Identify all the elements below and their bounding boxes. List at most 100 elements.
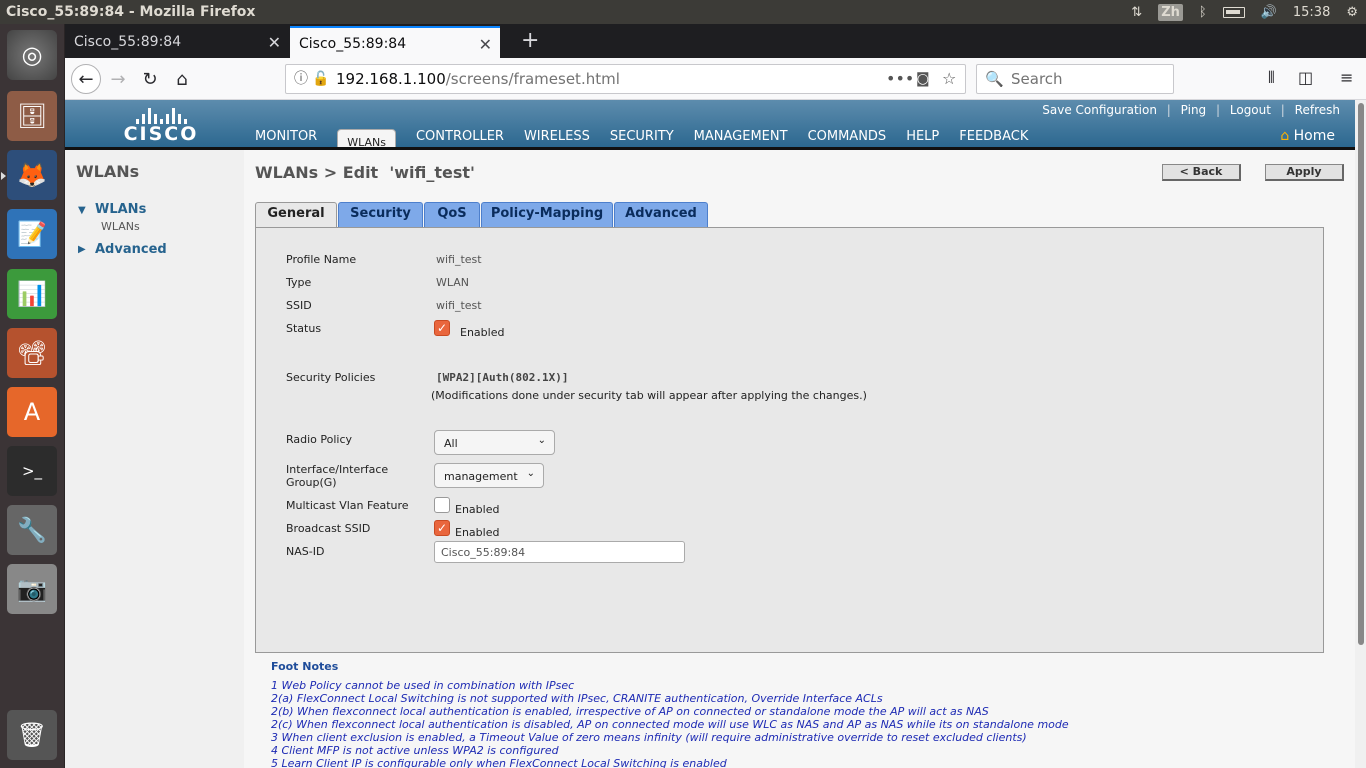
page-title: WLANs > Edit 'wifi_test'	[255, 163, 475, 182]
footnote: 3 When client exclusion is enabled, a Ti…	[271, 731, 1027, 744]
tab-general[interactable]: General	[255, 202, 337, 228]
active-app-indicator-icon	[1, 172, 6, 180]
sidebar-group-wlans[interactable]: WLANs	[95, 202, 146, 217]
libreoffice-impress-icon[interactable]: 📽	[7, 328, 57, 378]
radio-policy-select[interactable]: All ⌄	[434, 430, 555, 455]
footnote: 2(b) When flexconnect local authenticati…	[271, 705, 989, 718]
close-tab-icon[interactable]: ✕	[479, 35, 492, 54]
sidebar-group-advanced[interactable]: Advanced	[95, 242, 167, 257]
pocket-icon[interactable]: ◙	[916, 65, 930, 93]
multicast-enabled-text: Enabled	[455, 503, 500, 516]
sidebar-item-wlans[interactable]: WLANs	[101, 220, 140, 233]
close-tab-icon[interactable]: ✕	[268, 33, 281, 52]
security-policies-value: [WPA2][Auth(802.1X)]	[436, 371, 569, 384]
clock[interactable]: 15:38	[1293, 5, 1330, 20]
home-link[interactable]: ⌂ Home	[1280, 128, 1335, 144]
software-center-icon[interactable]: A	[7, 387, 57, 437]
power-gear-icon[interactable]: ⚙	[1346, 5, 1358, 20]
search-input[interactable]: 🔍 Search	[976, 64, 1174, 94]
footnote: 5 Learn Client IP is configurable only w…	[271, 757, 727, 768]
volume-icon[interactable]: 🔊	[1261, 5, 1277, 20]
url-path: /screens/frameset.html	[445, 70, 620, 88]
sidebar-toggle-icon[interactable]: ◫	[1298, 68, 1313, 87]
forward-arrow-icon[interactable]: →	[103, 64, 133, 94]
cisco-header: CISCO Save Configuration | Ping | Logout…	[65, 100, 1355, 160]
save-configuration-link[interactable]: Save Configuration	[1042, 103, 1157, 117]
libreoffice-writer-icon[interactable]: 📝	[7, 209, 57, 259]
scrollbar-thumb[interactable]	[1358, 103, 1364, 645]
new-tab-icon[interactable]: +	[521, 28, 539, 53]
broadcast-enabled-text: Enabled	[455, 526, 500, 539]
libreoffice-calc-icon[interactable]: 📊	[7, 269, 57, 319]
url-host: 192.168.1.100	[336, 70, 446, 88]
battery-icon[interactable]	[1222, 6, 1245, 18]
footnote: 1 Web Policy cannot be used in combinati…	[271, 679, 575, 692]
url-text: 192.168.1.100/screens/frameset.html	[336, 65, 620, 93]
input-method-indicator[interactable]: Zh	[1158, 3, 1183, 21]
status-label: Status	[286, 322, 322, 335]
files-icon[interactable]: 🗄	[7, 91, 57, 141]
header-links: Save Configuration | Ping | Logout | Ref…	[1042, 103, 1340, 117]
ubuntu-dash-icon[interactable]: ◎	[7, 30, 57, 80]
profile-name-label: Profile Name	[286, 253, 357, 266]
reload-icon[interactable]: ↻	[135, 64, 165, 94]
browser-tab-1[interactable]: Cisco_55:89:84 ✕	[65, 26, 289, 58]
radio-policy-value: All	[444, 437, 458, 450]
nas-id-input[interactable]: Cisco_55:89:84	[434, 541, 685, 563]
nas-id-label: NAS-ID	[286, 545, 325, 558]
window-title: Cisco_55:89:84 - Mozilla Firefox	[6, 4, 256, 20]
screenshot-icon[interactable]: 📷	[7, 564, 57, 614]
footnote: 4 Client MFP is not active unless WPA2 i…	[271, 744, 559, 757]
type-value: WLAN	[436, 276, 470, 289]
firefox-icon[interactable]: 🦊	[7, 150, 57, 200]
cisco-wordmark: CISCO	[123, 123, 199, 145]
page-content: CISCO Save Configuration | Ping | Logout…	[65, 100, 1366, 768]
profile-name-value: wifi_test	[436, 253, 482, 266]
collapsed-triangle-icon[interactable]: ▶	[78, 244, 86, 255]
chevron-down-icon: ⌄	[537, 435, 546, 446]
bluetooth-icon[interactable]: ᛒ	[1199, 5, 1207, 20]
back-arrow-icon[interactable]: ←	[71, 64, 101, 94]
search-placeholder: Search	[1011, 70, 1063, 88]
trash-icon[interactable]: 🗑	[7, 710, 57, 760]
footnote: 2(a) FlexConnect Local Switching is not …	[271, 692, 883, 705]
security-policies-label: Security Policies	[286, 371, 376, 384]
refresh-link[interactable]: Refresh	[1295, 103, 1340, 117]
tab-security[interactable]: Security	[338, 202, 423, 227]
interface-label-line2: Group(G)	[286, 476, 337, 489]
tab-qos[interactable]: QoS	[424, 202, 480, 227]
expanded-triangle-icon[interactable]: ▼	[78, 205, 86, 216]
radio-policy-label: Radio Policy	[286, 433, 353, 446]
tab-policy-mapping[interactable]: Policy-Mapping	[481, 202, 613, 227]
tab-advanced[interactable]: Advanced	[614, 202, 708, 227]
network-icon[interactable]: ⇅	[1131, 5, 1142, 20]
interface-value: management	[444, 470, 518, 483]
page-scrollbar[interactable]	[1355, 100, 1366, 768]
info-icon[interactable]: ⓘ	[294, 65, 308, 93]
bookmark-star-icon[interactable]: ☆	[942, 65, 956, 93]
system-settings-icon[interactable]: 🔧	[7, 505, 57, 555]
library-icon[interactable]: ⫴	[1268, 68, 1275, 88]
insecure-lock-icon[interactable]: 🔓	[312, 65, 329, 93]
cisco-logo: CISCO	[121, 106, 201, 144]
broadcast-ssid-checkbox[interactable]: ✓	[434, 520, 450, 536]
interface-select[interactable]: management ⌄	[434, 463, 544, 488]
multicast-checkbox[interactable]	[434, 497, 450, 513]
terminal-icon[interactable]: >_	[7, 446, 57, 496]
page-actions-icon[interactable]: •••	[886, 65, 914, 93]
general-panel: Profile Name wifi_test Type WLAN SSID wi…	[255, 227, 1324, 653]
type-label: Type	[286, 276, 312, 289]
url-bar[interactable]: ⓘ 🔓 192.168.1.100/screens/frameset.html …	[285, 64, 966, 94]
footnote: 2(c) When flexconnect local authenticati…	[271, 718, 1069, 731]
status-enabled-text: Enabled	[460, 326, 505, 339]
search-icon: 🔍	[985, 70, 1004, 88]
home-icon[interactable]: ⌂	[167, 64, 197, 94]
footnotes-title: Foot Notes	[271, 660, 339, 673]
apply-button[interactable]: Apply	[1265, 164, 1344, 181]
back-button[interactable]: < Back	[1162, 164, 1241, 181]
browser-tab-2[interactable]: Cisco_55:89:84 ✕	[290, 26, 500, 58]
menu-icon[interactable]: ≡	[1340, 68, 1353, 87]
status-checkbox[interactable]: ✓	[434, 320, 450, 336]
ping-link[interactable]: Ping	[1181, 103, 1207, 117]
logout-link[interactable]: Logout	[1230, 103, 1271, 117]
